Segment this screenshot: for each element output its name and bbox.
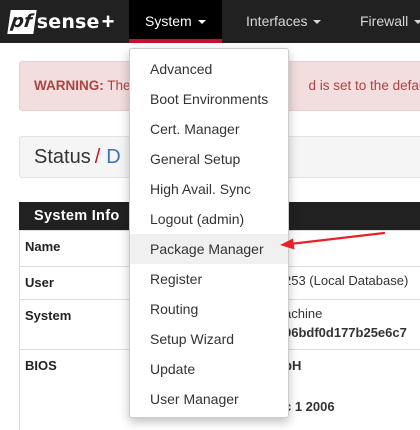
- breadcrumb-current-link[interactable]: D: [106, 146, 120, 168]
- logo-plus: +: [101, 9, 115, 34]
- row-value-system-line2: 96bdf0d177b25e6c7: [284, 325, 407, 340]
- menu-item-package-manager[interactable]: Package Manager: [130, 234, 288, 264]
- menu-item-general-setup[interactable]: General Setup: [130, 144, 288, 174]
- row-value-system-line1: achine: [284, 306, 323, 321]
- chevron-down-icon: [414, 20, 420, 25]
- row-value-user: 253 (Local Database): [284, 273, 409, 288]
- pfsense-logo[interactable]: pf sense +: [7, 9, 115, 35]
- menu-item-routing[interactable]: Routing: [130, 294, 288, 324]
- breadcrumb-separator: /: [94, 146, 101, 168]
- row-label-user: User: [25, 275, 54, 290]
- menu-item-logout[interactable]: Logout (admin): [130, 204, 288, 234]
- warning-text-end: d is set to the default: [308, 78, 420, 93]
- nav-system-label: System: [145, 13, 192, 29]
- logo-pf: pf: [7, 10, 37, 34]
- menu-item-setup-wizard[interactable]: Setup Wizard: [130, 324, 288, 354]
- menu-item-register[interactable]: Register: [130, 264, 288, 294]
- warning-prefix: WARNING:: [34, 78, 104, 93]
- system-dropdown-menu: Advanced Boot Environments Cert. Manager…: [129, 48, 289, 418]
- page-title: Status: [34, 146, 91, 168]
- menu-item-boot-environments[interactable]: Boot Environments: [130, 84, 288, 114]
- menu-item-update[interactable]: Update: [130, 354, 288, 384]
- logo-sense: sense: [36, 11, 100, 33]
- top-navbar: pf sense + System Interfaces Firewall: [0, 0, 420, 43]
- nav-firewall[interactable]: Firewall: [344, 0, 420, 43]
- menu-item-high-avail-sync[interactable]: High Avail. Sync: [130, 174, 288, 204]
- nav-interfaces-label: Interfaces: [246, 13, 308, 29]
- row-value-bios-line2: c 1 2006: [284, 399, 335, 414]
- menu-item-advanced[interactable]: Advanced: [130, 54, 288, 84]
- row-label-name: Name: [25, 239, 61, 254]
- chevron-down-icon: [313, 20, 322, 25]
- row-label-system: System: [25, 308, 72, 323]
- warning-text-start: The: [107, 78, 131, 93]
- panel-title: System Info: [34, 208, 120, 224]
- row-label-bios: BIOS: [25, 358, 57, 373]
- nav-system[interactable]: System: [129, 0, 222, 43]
- chevron-down-icon: [197, 20, 206, 25]
- menu-item-user-manager[interactable]: User Manager: [130, 384, 288, 414]
- menu-item-cert-manager[interactable]: Cert. Manager: [130, 114, 288, 144]
- nav-interfaces[interactable]: Interfaces: [230, 0, 337, 43]
- nav-firewall-label: Firewall: [360, 13, 409, 29]
